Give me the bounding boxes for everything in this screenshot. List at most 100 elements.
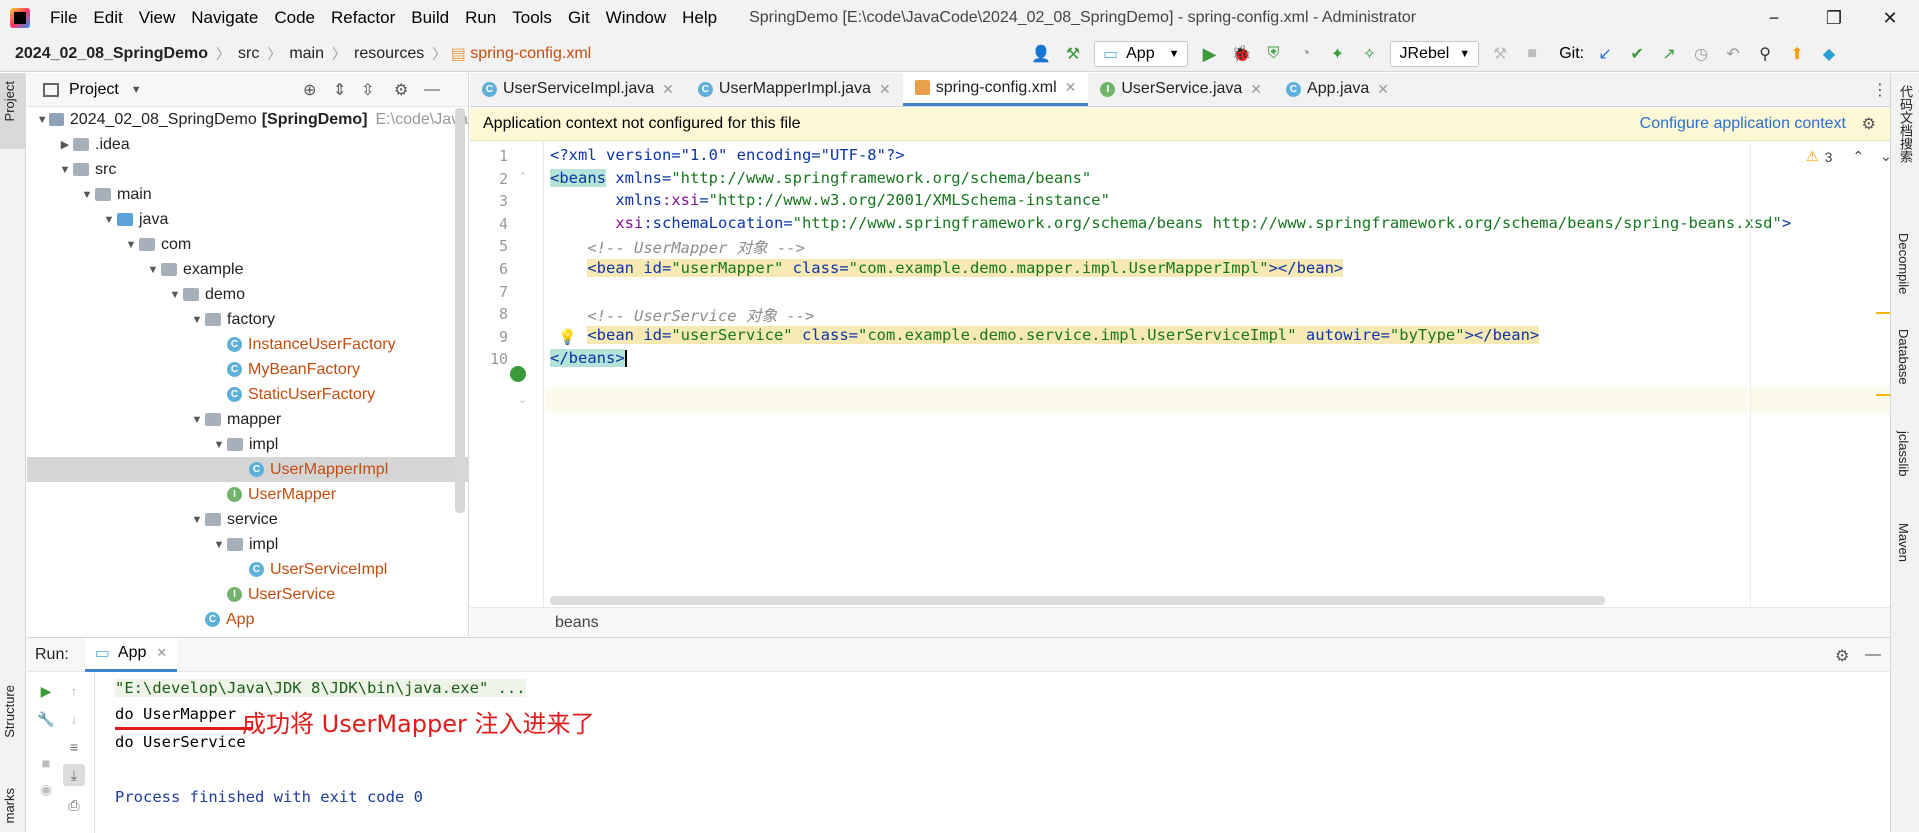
breadcrumb-file[interactable]: spring-config.xml [466, 45, 595, 63]
run-tab-app[interactable]: ▭ App ✕ [84, 637, 178, 672]
gear-icon[interactable]: ⚙ [394, 80, 408, 100]
menu-help[interactable]: Help [674, 8, 725, 28]
decompile-tool-tab[interactable]: Decompile [1896, 233, 1911, 294]
restore-button[interactable]: ❐ [1806, 0, 1862, 36]
profiler-icon[interactable]: ◔ [1294, 43, 1316, 65]
dropdown-arrow-icon[interactable]: ▼ [131, 84, 142, 96]
chevron-down-icon[interactable]: ▼ [145, 264, 161, 276]
git-update-icon[interactable]: ↙ [1594, 43, 1616, 65]
tree-node[interactable]: ▼ example [27, 257, 468, 282]
inspection-widget[interactable]: ⚠ 3 ⌃ ⌄ [1806, 148, 1892, 165]
tree-node[interactable]: I UserMapper [27, 482, 468, 507]
editor-tab[interactable]: C UserServiceImpl.java ✕ [470, 72, 686, 106]
tree-node[interactable]: ▼ factory [27, 307, 468, 332]
collapse-all-icon[interactable]: ⇳ [361, 80, 374, 100]
menu-edit[interactable]: Edit [85, 8, 130, 28]
chevron-up-icon[interactable]: ⌃ [1852, 148, 1864, 165]
print-icon[interactable]: ⎙ [63, 794, 85, 816]
menu-build[interactable]: Build [403, 8, 457, 28]
warning-stripe[interactable] [1876, 312, 1890, 314]
structure-tool-tab[interactable]: Structure [2, 685, 17, 738]
editor-tab[interactable]: spring-config.xml ✕ [902, 72, 1089, 106]
close-icon[interactable]: ✕ [1065, 79, 1077, 96]
breadcrumb-src[interactable]: src [234, 45, 263, 63]
rerun-icon[interactable]: ▶ [35, 680, 57, 702]
git-push-icon[interactable]: ↗ [1658, 43, 1680, 65]
tree-scrollbar[interactable] [455, 108, 465, 513]
gear-icon[interactable]: ⚙ [1835, 646, 1849, 666]
bean-gutter-icon[interactable] [510, 366, 526, 382]
chevron-down-icon[interactable]: ▼ [57, 164, 73, 176]
xml-breadcrumb-beans[interactable]: beans [555, 614, 599, 632]
chevron-down-icon[interactable]: ▼ [35, 114, 49, 126]
up-arrow-icon[interactable]: ↑ [63, 680, 85, 702]
jrebel-debug-icon[interactable]: ✧ [1358, 43, 1380, 65]
git-commit-icon[interactable]: ✔ [1626, 43, 1648, 65]
run-icon[interactable]: ▶ [1198, 43, 1220, 65]
chevron-down-icon[interactable]: ▼ [79, 189, 95, 201]
user-icon[interactable]: 👤 [1030, 43, 1052, 65]
code-editor[interactable]: ⌃ ⌄ 1 2 3 4 5 6 7 8 9 10 <?xml version="1.0" enco… [470, 142, 1892, 607]
tree-node[interactable]: ▼ service [27, 507, 468, 532]
jclasslib-tool-tab[interactable]: jclasslib [1896, 431, 1911, 477]
configure-context-link[interactable]: Configure application context [1640, 115, 1846, 133]
gear-icon[interactable]: ⚙ [1862, 114, 1876, 134]
menu-window[interactable]: Window [598, 8, 674, 28]
close-icon[interactable]: ✕ [662, 81, 674, 98]
jrebel-select[interactable]: JRebel ▼ [1390, 41, 1480, 67]
close-icon[interactable]: ✕ [879, 81, 891, 98]
project-tool-tab[interactable]: Project [2, 81, 17, 121]
menu-run[interactable]: Run [457, 8, 504, 28]
menu-view[interactable]: View [131, 8, 184, 28]
jetbrains-toolbox-icon[interactable]: ◆ [1818, 43, 1840, 65]
tree-node[interactable]: ▶ .idea [27, 132, 468, 157]
tree-node[interactable]: I UserService [27, 582, 468, 607]
build-hammer-icon[interactable]: ⚒ [1062, 43, 1084, 65]
down-arrow-icon[interactable]: ↓ [63, 708, 85, 730]
project-panel-title[interactable]: Project [69, 81, 119, 99]
tree-node[interactable]: ▼ src [27, 157, 468, 182]
doc-search-tool-tab[interactable]: 代码文档搜索 [1896, 85, 1915, 163]
rollback-icon[interactable]: ↶ [1722, 43, 1744, 65]
hide-icon[interactable]: — [1865, 646, 1881, 664]
chevron-down-icon[interactable]: ▼ [101, 214, 117, 226]
minimize-button[interactable]: − [1746, 0, 1802, 36]
jrebel-run-icon[interactable]: ✦ [1326, 43, 1348, 65]
menu-file[interactable]: File [42, 8, 85, 28]
editor-tab[interactable]: C UserMapperImpl.java ✕ [686, 72, 903, 106]
updates-icon[interactable]: ⬆ [1786, 43, 1808, 65]
soft-wrap-icon[interactable]: ≡ [63, 736, 85, 758]
fold-icon[interactable]: ⌃ [518, 170, 527, 183]
breadcrumb-project[interactable]: 2024_02_08_SpringDemo [0, 45, 212, 63]
search-icon[interactable]: ⚲ [1754, 43, 1776, 65]
wrench-icon[interactable]: 🔧 [35, 708, 57, 730]
tree-node[interactable]: ▼ mapper [27, 407, 468, 432]
editor-tab[interactable]: I UserService.java ✕ [1088, 72, 1274, 106]
fold-icon[interactable]: ⌄ [518, 393, 527, 406]
locate-icon[interactable]: ⊕ [303, 80, 316, 100]
chevron-down-icon[interactable]: ▼ [211, 439, 227, 451]
chevron-down-icon[interactable]: ▼ [123, 239, 139, 251]
editor-tab[interactable]: C App.java ✕ [1274, 72, 1401, 106]
close-icon[interactable]: ✕ [156, 645, 167, 661]
breadcrumb-main[interactable]: main [285, 45, 328, 63]
tree-node[interactable]: C MyBeanFactory [27, 357, 468, 382]
expand-all-icon[interactable]: ⇕ [333, 80, 346, 100]
run-configuration-select[interactable]: ▭ App ▼ [1094, 41, 1189, 67]
chevron-down-icon[interactable]: ▼ [189, 514, 205, 526]
coverage-icon[interactable]: ⛨ [1262, 43, 1284, 65]
tree-node[interactable]: C InstanceUserFactory [27, 332, 468, 357]
breadcrumb-resources[interactable]: resources [350, 45, 428, 63]
horizontal-scrollbar[interactable] [550, 596, 1605, 605]
tree-node[interactable]: ▼ java [27, 207, 468, 232]
warning-stripe[interactable] [1876, 394, 1890, 396]
tree-node[interactable]: ▼ com [27, 232, 468, 257]
debug-bug-icon[interactable]: 🐞 [1230, 43, 1252, 65]
scroll-to-end-icon[interactable]: ⤓ [63, 764, 85, 786]
tree-node[interactable]: C UserMapperImpl [27, 457, 468, 482]
tree-node[interactable]: C StaticUserFactory [27, 382, 468, 407]
menu-tools[interactable]: Tools [504, 8, 560, 28]
bookmarks-tool-tab[interactable]: marks [2, 788, 17, 823]
tree-node[interactable]: ▼ 2024_02_08_SpringDemo [SpringDemo] E:\cod… [27, 107, 468, 132]
close-icon[interactable]: ✕ [1250, 81, 1262, 98]
